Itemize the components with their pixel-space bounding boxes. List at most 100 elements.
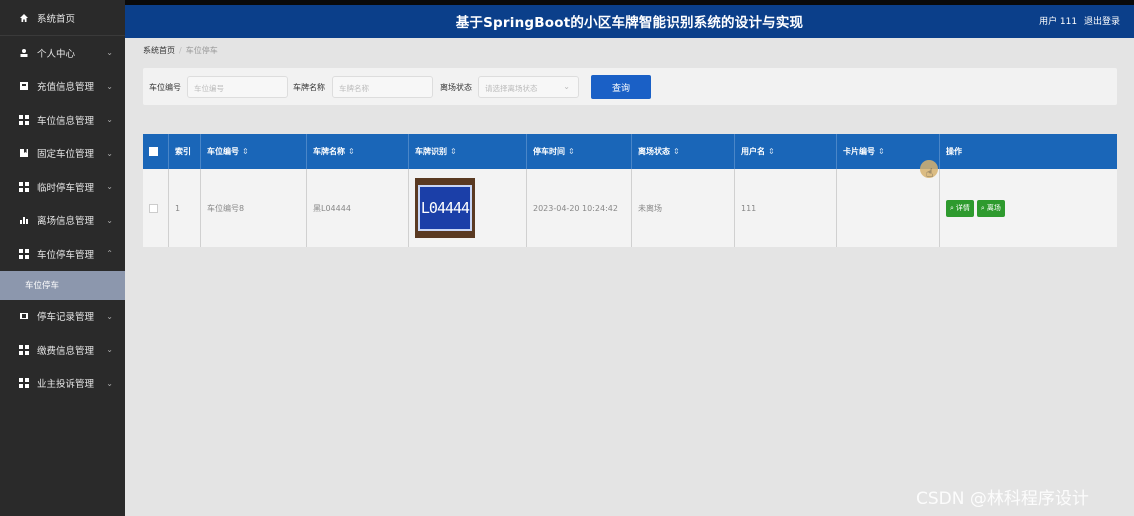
- top-header: 基于SpringBoot的小区车牌智能识别系统的设计与实现 用户 111 退出登…: [125, 0, 1134, 38]
- bar-chart-icon: [18, 215, 29, 226]
- detail-button[interactable]: ⌕ 详情: [946, 199, 974, 217]
- cell-plate-image: L04444: [409, 169, 527, 247]
- row-checkbox[interactable]: [149, 203, 158, 213]
- cell-card-no: [837, 169, 940, 247]
- col-status[interactable]: 离场状态 ⇕: [632, 134, 735, 169]
- select-all-checkbox[interactable]: [149, 147, 158, 156]
- col-index: 索引: [169, 134, 201, 169]
- col-space-no[interactable]: 车位编号 ⇕: [201, 134, 307, 169]
- sidebar-item-personal-center[interactable]: 个人中心 ⌄: [0, 36, 125, 70]
- grid-icon: [18, 248, 29, 259]
- chevron-down-icon: ⌄: [106, 148, 113, 158]
- page-title: 基于SpringBoot的小区车牌智能识别系统的设计与实现: [455, 15, 804, 31]
- sort-icon: ⇕: [450, 147, 457, 156]
- col-space-no-label: 车位编号: [207, 147, 239, 156]
- query-button[interactable]: 查询: [591, 75, 651, 99]
- col-park-time-label: 停车时间: [533, 147, 565, 156]
- username-label: 用户 111: [1039, 17, 1078, 27]
- breadcrumb-home[interactable]: 系统首页: [143, 46, 175, 55]
- plate-image[interactable]: L04444: [415, 178, 475, 238]
- sidebar-item-parking-records[interactable]: 停车记录管理 ⌄: [0, 300, 125, 334]
- table-row: 1 车位编号8 黑L04444 L04444 2023-04-20 10:24:…: [143, 169, 1117, 247]
- sidebar-item-label: 固定车位管理: [37, 149, 95, 161]
- col-username[interactable]: 用户名 ⇕: [735, 134, 837, 169]
- table-header: 索引 车位编号 ⇕ 车牌名称 ⇕ 车牌识别 ⇕ 停车时间 ⇕ 离场状态 ⇕ 用户名 ⇕ 卡片…: [143, 134, 1117, 169]
- search-icon: ⌕: [980, 203, 985, 212]
- chevron-down-icon: ⌄: [106, 81, 113, 91]
- space-no-label: 车位编号: [149, 83, 181, 92]
- grid-icon: [18, 114, 29, 125]
- sidebar-item-departure-info[interactable]: 离场信息管理 ⌄: [0, 204, 125, 238]
- chevron-down-icon: ⌄: [106, 378, 113, 388]
- detail-button-label: 详情: [955, 204, 970, 212]
- col-plate-name[interactable]: 车牌名称 ⇕: [307, 134, 409, 169]
- select-all-cell: [143, 134, 169, 169]
- status-select[interactable]: 请选择离场状态 ⌄: [478, 76, 579, 98]
- col-index-label: 索引: [175, 147, 191, 156]
- chevron-down-icon: ⌄: [106, 182, 113, 192]
- sidebar-item-complaints[interactable]: 业主投诉管理 ⌄: [0, 367, 125, 401]
- col-actions-label: 操作: [946, 147, 962, 156]
- cell-space-no: 车位编号8: [201, 169, 307, 247]
- sidebar-item-label: 业主投诉管理: [37, 379, 95, 391]
- plate-name-label: 车牌名称: [293, 83, 325, 92]
- sidebar-item-label: 充值信息管理: [37, 82, 95, 94]
- search-icon: ⌕: [950, 203, 954, 212]
- hand-cursor-icon: ☝: [926, 166, 934, 180]
- col-park-time[interactable]: 停车时间 ⇕: [527, 134, 632, 169]
- cell-username: 111: [735, 169, 837, 247]
- space-no-input[interactable]: 车位编号: [187, 76, 288, 98]
- chevron-down-icon: ⌄: [106, 345, 113, 355]
- grid-icon: [18, 344, 29, 355]
- sidebar-item-recharge[interactable]: 充值信息管理 ⌄: [0, 70, 125, 104]
- search-form: 车位编号 车位编号 车牌名称 车牌名称 离场状态 请选择离场状态 ⌄ 查询: [143, 68, 1117, 105]
- sidebar-item-payment-info[interactable]: 缴费信息管理 ⌄: [0, 333, 125, 367]
- plate-name-input[interactable]: 车牌名称: [332, 76, 433, 98]
- sort-icon: ⇕: [242, 147, 249, 156]
- chevron-down-icon: ⌄: [106, 48, 113, 58]
- sort-icon: ⇕: [878, 147, 885, 156]
- col-plate-recognition-label: 车牌识别: [415, 147, 447, 156]
- cell-park-time: 2023-04-20 10:24:42: [527, 169, 632, 247]
- cell-actions: ⌕ 详情 ⌕ 离场: [940, 169, 1117, 247]
- sort-icon: ⇕: [348, 147, 355, 156]
- sidebar-item-label: 停车记录管理: [37, 312, 95, 324]
- leave-button-label: 离场: [986, 204, 1001, 212]
- sidebar-item-space-info[interactable]: 车位信息管理 ⌄: [0, 103, 125, 137]
- col-actions: 操作: [940, 134, 1117, 169]
- breadcrumb-current: 车位停车: [185, 46, 218, 55]
- sidebar-item-space-parking[interactable]: 车位停车管理 ⌃: [0, 237, 125, 271]
- sidebar-item-home[interactable]: 系统首页: [0, 0, 125, 36]
- sidebar-item-label: 车位信息管理: [37, 115, 95, 127]
- leave-button[interactable]: ⌕ 离场: [976, 199, 1005, 217]
- breadcrumb: 系统首页 / 车位停车: [143, 45, 218, 56]
- sidebar-item-fixed-space[interactable]: 固定车位管理 ⌄: [0, 137, 125, 171]
- cell-index: 1: [169, 169, 201, 247]
- sort-icon: ⇕: [568, 147, 575, 156]
- status-select-placeholder: 请选择离场状态: [485, 84, 538, 93]
- status-label: 离场状态: [440, 83, 472, 92]
- cell-plate-name: 黑L04444: [307, 169, 409, 247]
- row-select-cell: [143, 169, 169, 247]
- logout-link[interactable]: 退出登录: [1084, 17, 1120, 27]
- watermark: CSDN @林科程序设计: [916, 489, 1089, 509]
- chevron-down-icon: ⌄: [106, 215, 113, 225]
- col-plate-name-label: 车牌名称: [313, 147, 345, 156]
- sidebar-item-label: 临时停车管理: [37, 182, 95, 194]
- sidebar-item-label: 车位停车管理: [37, 249, 95, 261]
- chevron-down-icon: ⌄: [106, 311, 113, 321]
- chevron-up-icon: ⌃: [106, 249, 113, 259]
- user-area: 用户 111 退出登录: [1035, 14, 1120, 27]
- col-status-label: 离场状态: [638, 147, 670, 156]
- sidebar-subitem-space-parking[interactable]: 车位停车: [0, 270, 125, 300]
- sort-icon: ⇕: [768, 147, 775, 156]
- plate-image-text: L04444: [418, 185, 472, 231]
- sidebar-item-label: 系统首页: [37, 13, 76, 25]
- chevron-down-icon: ⌄: [106, 115, 113, 125]
- cell-status: 未离场: [632, 169, 735, 247]
- col-plate-recognition[interactable]: 车牌识别 ⇕: [409, 134, 527, 169]
- col-card-no-label: 卡片编号: [843, 147, 875, 156]
- sidebar-item-temp-parking[interactable]: 临时停车管理 ⌄: [0, 170, 125, 204]
- sidebar-item-label: 缴费信息管理: [37, 345, 95, 357]
- film-icon: [18, 311, 29, 322]
